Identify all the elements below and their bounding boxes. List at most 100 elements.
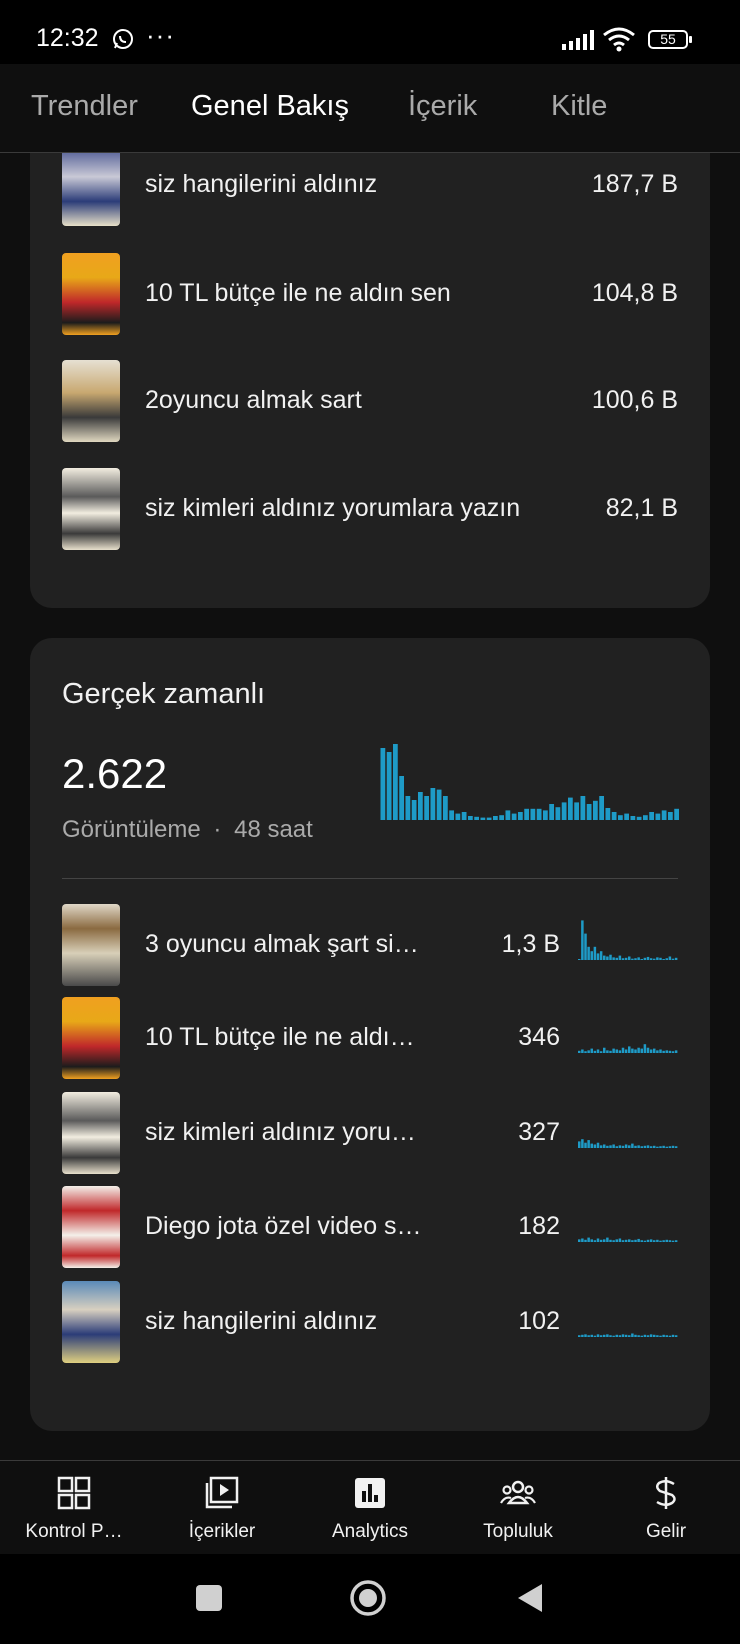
content-row[interactable]: 2oyuncu almak sart 100,6 B xyxy=(30,346,710,456)
nav-dashboard[interactable]: Kontrol P… xyxy=(0,1461,148,1555)
recents-button[interactable] xyxy=(196,1585,222,1611)
sparkline-bar xyxy=(606,1050,609,1053)
sparkline-bar xyxy=(662,1334,665,1337)
sparkline-bar xyxy=(665,1050,668,1053)
sparkline-bar xyxy=(656,1146,659,1148)
realtime-bar xyxy=(386,752,392,820)
realtime-bar xyxy=(555,807,561,820)
sparkline-bar xyxy=(628,956,631,960)
sparkline-bar xyxy=(618,1050,622,1053)
realtime-bar xyxy=(586,804,592,820)
sparkline-bar xyxy=(674,1240,678,1242)
realtime-title: Gerçek zamanlı xyxy=(62,678,266,710)
sparkline-bar xyxy=(606,956,609,960)
tab-icerik[interactable]: İçerik xyxy=(408,90,477,123)
nav-label: Kontrol P… xyxy=(25,1521,123,1542)
sparkline-bar xyxy=(628,1335,631,1337)
sparkline-bar xyxy=(643,957,647,960)
sparkline-bar xyxy=(596,1049,600,1053)
dollar-icon xyxy=(656,1477,676,1509)
sparkline-bar xyxy=(621,1145,625,1148)
realtime-subtitle: Görüntüleme · 48 saat xyxy=(62,816,313,844)
sparkline-bar xyxy=(649,1334,653,1337)
sparkline-bar xyxy=(599,1145,603,1148)
sparkline-bar xyxy=(615,1334,618,1337)
realtime-bar xyxy=(493,816,498,820)
content-views: 104,8 B xyxy=(591,279,678,307)
sparkline-bar xyxy=(590,1048,593,1053)
sparkline-bar xyxy=(596,1142,600,1148)
sparkline-bar xyxy=(659,1240,662,1242)
nav-analytics[interactable]: Analytics xyxy=(296,1461,444,1555)
sparkline-bar xyxy=(609,1050,612,1053)
realtime-content-row[interactable]: siz kimleri aldınız yoru… 327 xyxy=(30,1084,710,1182)
sparkline-bar xyxy=(618,955,622,960)
sparkline-bar xyxy=(643,1334,647,1337)
realtime-bar xyxy=(505,810,511,820)
video-thumbnail xyxy=(62,153,120,226)
realtime-bar xyxy=(443,796,448,820)
tab-kitle[interactable]: Kitle xyxy=(551,90,607,123)
realtime-bar xyxy=(393,744,398,820)
content-row[interactable]: 10 TL bütçe ile ne aldın sen 104,8 B xyxy=(30,239,710,349)
realtime-card[interactable]: Gerçek zamanlı 2.622 Görüntüleme · 48 sa… xyxy=(30,638,710,1431)
sparkline-bar xyxy=(653,1240,656,1242)
sparkline-bar xyxy=(609,1335,612,1337)
realtime-bar xyxy=(574,802,579,820)
realtime-content-row[interactable]: Diego jota özel video s… 182 xyxy=(30,1178,710,1276)
sparkline-bar xyxy=(593,1240,597,1242)
sparkline-bar xyxy=(662,1240,665,1242)
tab-genel-bakis[interactable]: Genel Bakış xyxy=(191,90,349,123)
sparkline-bar xyxy=(590,1239,593,1242)
sparkline-bar xyxy=(599,951,603,960)
sparkline-bar xyxy=(590,1334,593,1337)
sparkline-bar xyxy=(615,1049,618,1053)
content-title: 10 TL bütçe ile ne aldın sen xyxy=(145,279,451,307)
content-title: siz hangilerini aldınız xyxy=(145,1307,378,1335)
tab-trendler[interactable]: Trendler xyxy=(31,90,138,123)
sparkline-bar xyxy=(656,1335,659,1337)
sparkline-bar xyxy=(584,1051,587,1053)
sparkline-bar xyxy=(578,1335,581,1337)
period-label: 48 saat xyxy=(234,816,313,843)
sparkline-bar xyxy=(634,1334,637,1337)
sparkline-bar xyxy=(659,1146,662,1148)
back-button[interactable] xyxy=(516,1582,544,1614)
content-views: 82,1 B xyxy=(605,494,678,522)
nav-community[interactable]: Topluluk xyxy=(444,1461,592,1555)
realtime-bar xyxy=(549,804,554,820)
sparkline-bar xyxy=(578,1050,581,1053)
sparkline-bar xyxy=(618,1145,622,1148)
sparkline-bar xyxy=(665,1239,668,1242)
sparkline-bar xyxy=(640,959,643,960)
sparkline-bar xyxy=(606,1237,609,1242)
sparkline-bar xyxy=(637,957,640,960)
sparkline-bar xyxy=(599,1335,603,1337)
realtime-bar xyxy=(474,816,479,820)
sparkline-bar xyxy=(621,1334,625,1337)
nav-content[interactable]: İçerikler xyxy=(148,1461,296,1555)
realtime-content-row[interactable]: siz hangilerini aldınız 102 xyxy=(30,1273,710,1371)
content-row[interactable]: siz kimleri aldınız yorumlara yazın 82,1… xyxy=(30,454,710,564)
sparkline-bar xyxy=(621,1240,625,1242)
realtime-bar xyxy=(399,776,404,820)
sparkline-bar xyxy=(612,1240,615,1242)
nav-label: Topluluk xyxy=(483,1521,553,1542)
sparkline-bar xyxy=(665,1146,668,1148)
realtime-content-row[interactable]: 10 TL bütçe ile ne aldı… 346 xyxy=(30,989,710,1087)
sparkline-bar xyxy=(668,1050,672,1053)
sparkline-bar xyxy=(653,1334,656,1337)
sparkline-bar xyxy=(640,1146,643,1148)
realtime-content-row[interactable]: 3 oyuncu almak şart si… 1,3 B xyxy=(30,896,710,994)
realtime-bar xyxy=(486,817,492,820)
system-navigation-bar xyxy=(0,1554,740,1644)
realtime-views: 2.622 xyxy=(62,750,168,797)
sparkline-bar xyxy=(653,958,656,960)
sparkline-bar xyxy=(628,1239,631,1242)
nav-earn[interactable]: Gelir xyxy=(592,1461,740,1555)
realtime-bar xyxy=(511,813,517,820)
home-button[interactable] xyxy=(349,1579,387,1617)
sparkline-bar xyxy=(624,1334,628,1337)
sparkline-bar xyxy=(621,1047,625,1053)
sparkline-bar xyxy=(615,1146,618,1148)
